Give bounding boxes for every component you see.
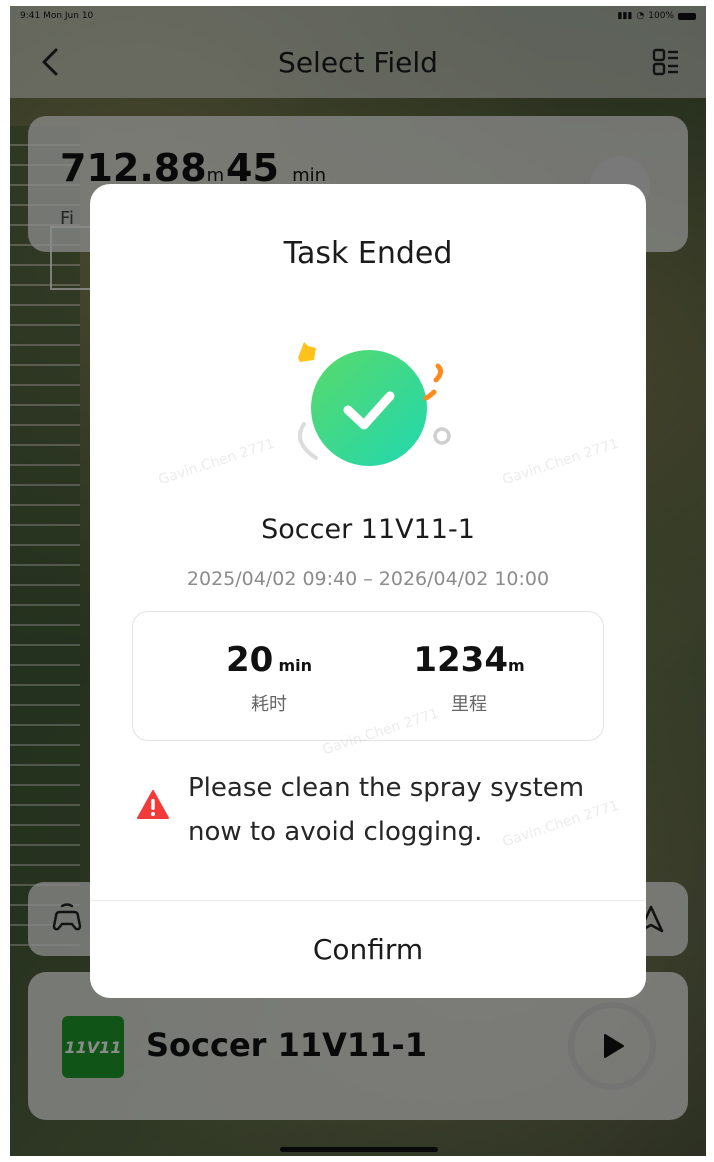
spray-clean-warning: Please clean the spray system now to avo… bbox=[136, 766, 616, 854]
duration-unit: min bbox=[278, 656, 312, 675]
duration-value: 20 bbox=[226, 640, 274, 680]
task-time-range: 2025/04/02 09:40 – 2026/04/02 10:00 bbox=[186, 568, 550, 590]
distance-value: 1234 bbox=[413, 640, 508, 680]
dialog-title: Task Ended bbox=[283, 236, 453, 271]
watermark: Gavin.Chen 2771 bbox=[500, 435, 621, 489]
dialog-field-name: Soccer 11V11-1 bbox=[261, 514, 475, 545]
distance-label: 里程 bbox=[451, 694, 487, 715]
distance-unit: m bbox=[507, 656, 525, 675]
metric-distance: 1234m 里程 bbox=[369, 640, 569, 716]
watermark: Gavin.Chen 2771 bbox=[156, 435, 277, 489]
duration-label: 耗时 bbox=[251, 694, 287, 715]
metric-duration: 20 min 耗时 bbox=[169, 640, 369, 716]
warning-text: Please clean the spray system now to avo… bbox=[188, 773, 585, 847]
success-check-icon bbox=[298, 342, 451, 466]
confirm-button[interactable]: Confirm bbox=[90, 901, 646, 998]
app-frame: 9:41 Mon Jun 10 ▮▮▮ ◔ 100% Select Field … bbox=[10, 6, 706, 1156]
task-ended-dialog: Task Ended Soccer 11V11-1 2025/04/02 09:… bbox=[90, 184, 646, 998]
warning-triangle-icon bbox=[137, 790, 169, 819]
task-metrics: 20 min 耗时 1234m 里程 bbox=[132, 611, 604, 741]
